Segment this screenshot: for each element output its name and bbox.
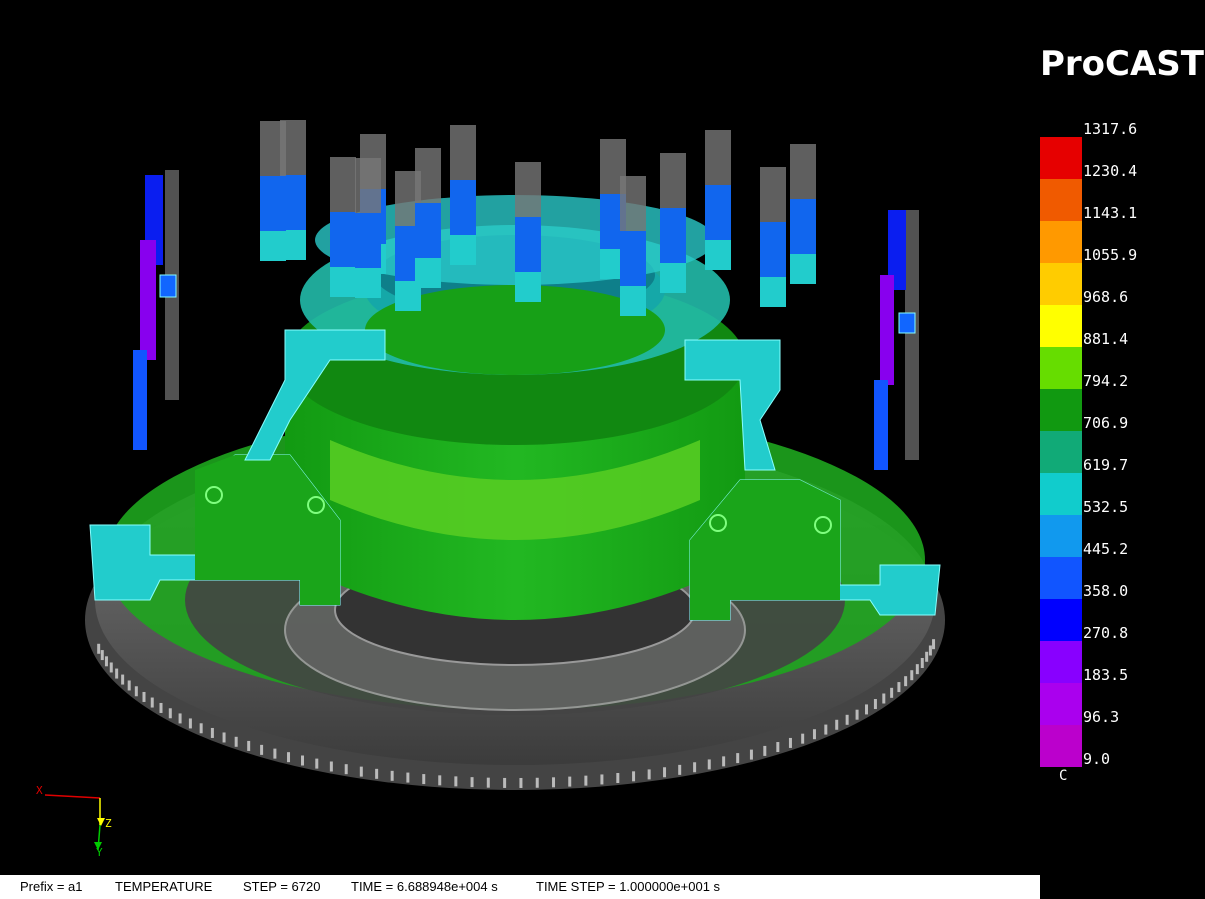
legend-value: 1055.9 xyxy=(1083,246,1138,264)
legend-swatch xyxy=(1040,599,1082,641)
legend-swatch xyxy=(1040,137,1082,179)
feeder-right xyxy=(874,210,919,470)
legend-swatch xyxy=(1040,389,1082,431)
simulation-viewport[interactable]: X Z Y xyxy=(0,0,1205,875)
legend-swatch xyxy=(1040,683,1082,725)
riser xyxy=(620,176,646,316)
legend-swatch xyxy=(1040,305,1082,347)
legend-value: 1230.4 xyxy=(1083,162,1138,180)
legend-swatch xyxy=(1040,431,1082,473)
legend-swatch xyxy=(1040,347,1082,389)
riser xyxy=(260,121,286,261)
legend-swatch xyxy=(1040,641,1082,683)
legend-unit: C xyxy=(1059,768,1068,784)
legend-value: 1317.6 xyxy=(1083,120,1138,138)
legend-value: 445.2 xyxy=(1083,540,1129,558)
legend-value: 794.2 xyxy=(1083,372,1129,390)
feeder-left xyxy=(133,170,179,450)
legend-value: 968.6 xyxy=(1083,288,1129,306)
legend-swatch xyxy=(1040,725,1082,767)
casting-model-render: X Z Y xyxy=(36,120,945,859)
legend-swatch xyxy=(1040,263,1082,305)
y-axis-label: Y xyxy=(96,846,103,859)
axis-triad: X Z Y xyxy=(36,784,112,859)
legend-value: 532.5 xyxy=(1083,498,1129,516)
status-bar: Prefix = a1 TEMPERATURE STEP = 6720 TIME… xyxy=(0,875,1040,899)
riser xyxy=(790,144,816,284)
status-field: TEMPERATURE xyxy=(115,879,213,894)
status-prefix: Prefix = a1 xyxy=(20,879,83,894)
riser xyxy=(660,153,686,293)
legend-value: 358.0 xyxy=(1083,582,1129,600)
legend-value: 706.9 xyxy=(1083,414,1129,432)
legend-value: 270.8 xyxy=(1083,624,1129,642)
riser xyxy=(705,130,731,270)
legend-value: 96.3 xyxy=(1083,708,1120,726)
status-time: TIME = 6.688948e+004 s xyxy=(351,879,498,894)
riser-group xyxy=(260,120,816,316)
riser xyxy=(450,125,476,265)
procast-logo: ProCAST xyxy=(1040,44,1204,84)
status-time-step: TIME STEP = 1.000000e+001 s xyxy=(536,879,721,894)
x-axis-label: X xyxy=(36,784,43,797)
riser xyxy=(760,167,786,307)
legend-swatch xyxy=(1040,221,1082,263)
riser xyxy=(415,148,441,288)
legend-swatch xyxy=(1040,557,1082,599)
legend-swatch xyxy=(1040,473,1082,515)
riser xyxy=(355,158,381,298)
legend-value: 619.7 xyxy=(1083,456,1129,474)
z-axis-label: Z xyxy=(105,817,112,830)
legend-value: 9.0 xyxy=(1083,750,1111,768)
legend-swatch xyxy=(1040,179,1082,221)
legend-value: 183.5 xyxy=(1083,666,1129,684)
riser xyxy=(515,162,541,302)
riser xyxy=(330,157,356,297)
status-step: STEP = 6720 xyxy=(243,879,321,894)
legend-value: 1143.1 xyxy=(1083,204,1138,222)
legend-value: 881.4 xyxy=(1083,330,1129,348)
legend-swatch xyxy=(1040,515,1082,557)
